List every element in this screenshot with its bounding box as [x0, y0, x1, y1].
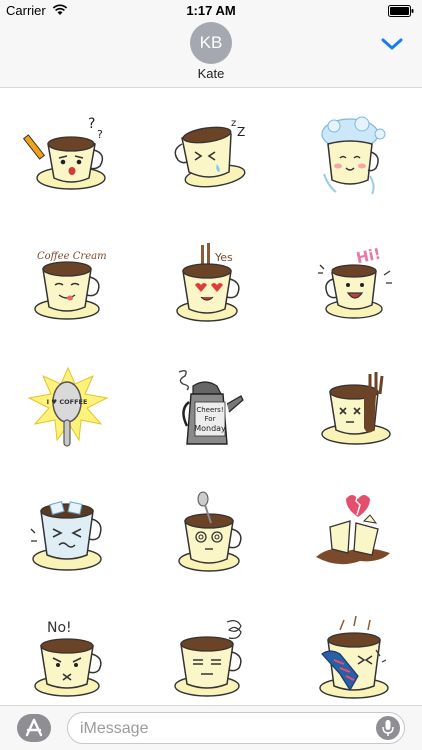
sticker-broken-heart-cup[interactable]	[310, 489, 400, 579]
svg-text:z: z	[231, 118, 236, 129]
sticker-foam-cup[interactable]	[310, 114, 400, 204]
svg-text:?: ?	[97, 128, 103, 141]
sticker-dizzy-spoon-cup[interactable]	[165, 489, 255, 579]
sticker-heart-eyes-cup[interactable]: Yes	[165, 239, 255, 329]
sticker-grid: ? ? z Z Coffee Cream Yes Hi! I ♥ COFFEE …	[0, 89, 422, 705]
imessage-input[interactable]: iMessage	[67, 712, 405, 744]
sticker-caption: Yes	[214, 251, 233, 264]
sticker-spilled-dead-cup[interactable]	[310, 364, 400, 454]
clock: 1:17 AM	[186, 3, 236, 18]
contact-avatar[interactable]: KB	[190, 22, 232, 64]
sticker-hi-cup[interactable]: Hi!	[310, 239, 400, 329]
imessage-placeholder: iMessage	[80, 720, 149, 737]
sticker-caption: For	[205, 415, 216, 423]
sticker-confused-cup[interactable]: ? ?	[23, 114, 113, 204]
microphone-icon	[382, 720, 394, 736]
sticker-cheers-for-monday-pot[interactable]: Cheers! For Monday	[165, 364, 255, 454]
sticker-coffee-cream-cup[interactable]: Coffee Cream	[23, 239, 113, 329]
message-input-bar: iMessage	[0, 705, 422, 750]
contact-name[interactable]: Kate	[0, 66, 422, 81]
sticker-iced-squint-cup[interactable]	[23, 489, 113, 579]
sticker-no-cup[interactable]: No!	[23, 614, 113, 704]
chevron-down-icon[interactable]	[380, 35, 404, 53]
conversation-header: KB Kate	[0, 22, 422, 88]
svg-text:?: ?	[88, 116, 95, 132]
sticker-stressed-cup[interactable]	[165, 614, 255, 704]
sticker-caption: Coffee Cream	[37, 251, 107, 262]
sticker-sleepy-cup[interactable]: z Z	[165, 114, 255, 204]
sticker-necktie-cup[interactable]	[310, 614, 400, 704]
appstore-button[interactable]	[17, 714, 51, 742]
sticker-caption: I ♥ COFFEE	[47, 398, 88, 406]
battery-icon	[388, 5, 414, 17]
status-bar: Carrier 1:17 AM	[0, 0, 422, 22]
sticker-caption: Hi!	[355, 245, 383, 268]
sticker-caption: Cheers!	[196, 406, 223, 414]
sticker-i-love-coffee-spoon[interactable]: I ♥ COFFEE	[23, 364, 113, 454]
appstore-icon	[25, 718, 43, 737]
svg-text:Z: Z	[237, 125, 245, 139]
sticker-caption: No!	[47, 620, 72, 636]
microphone-button[interactable]	[376, 716, 400, 740]
sticker-caption: Monday	[194, 424, 226, 433]
